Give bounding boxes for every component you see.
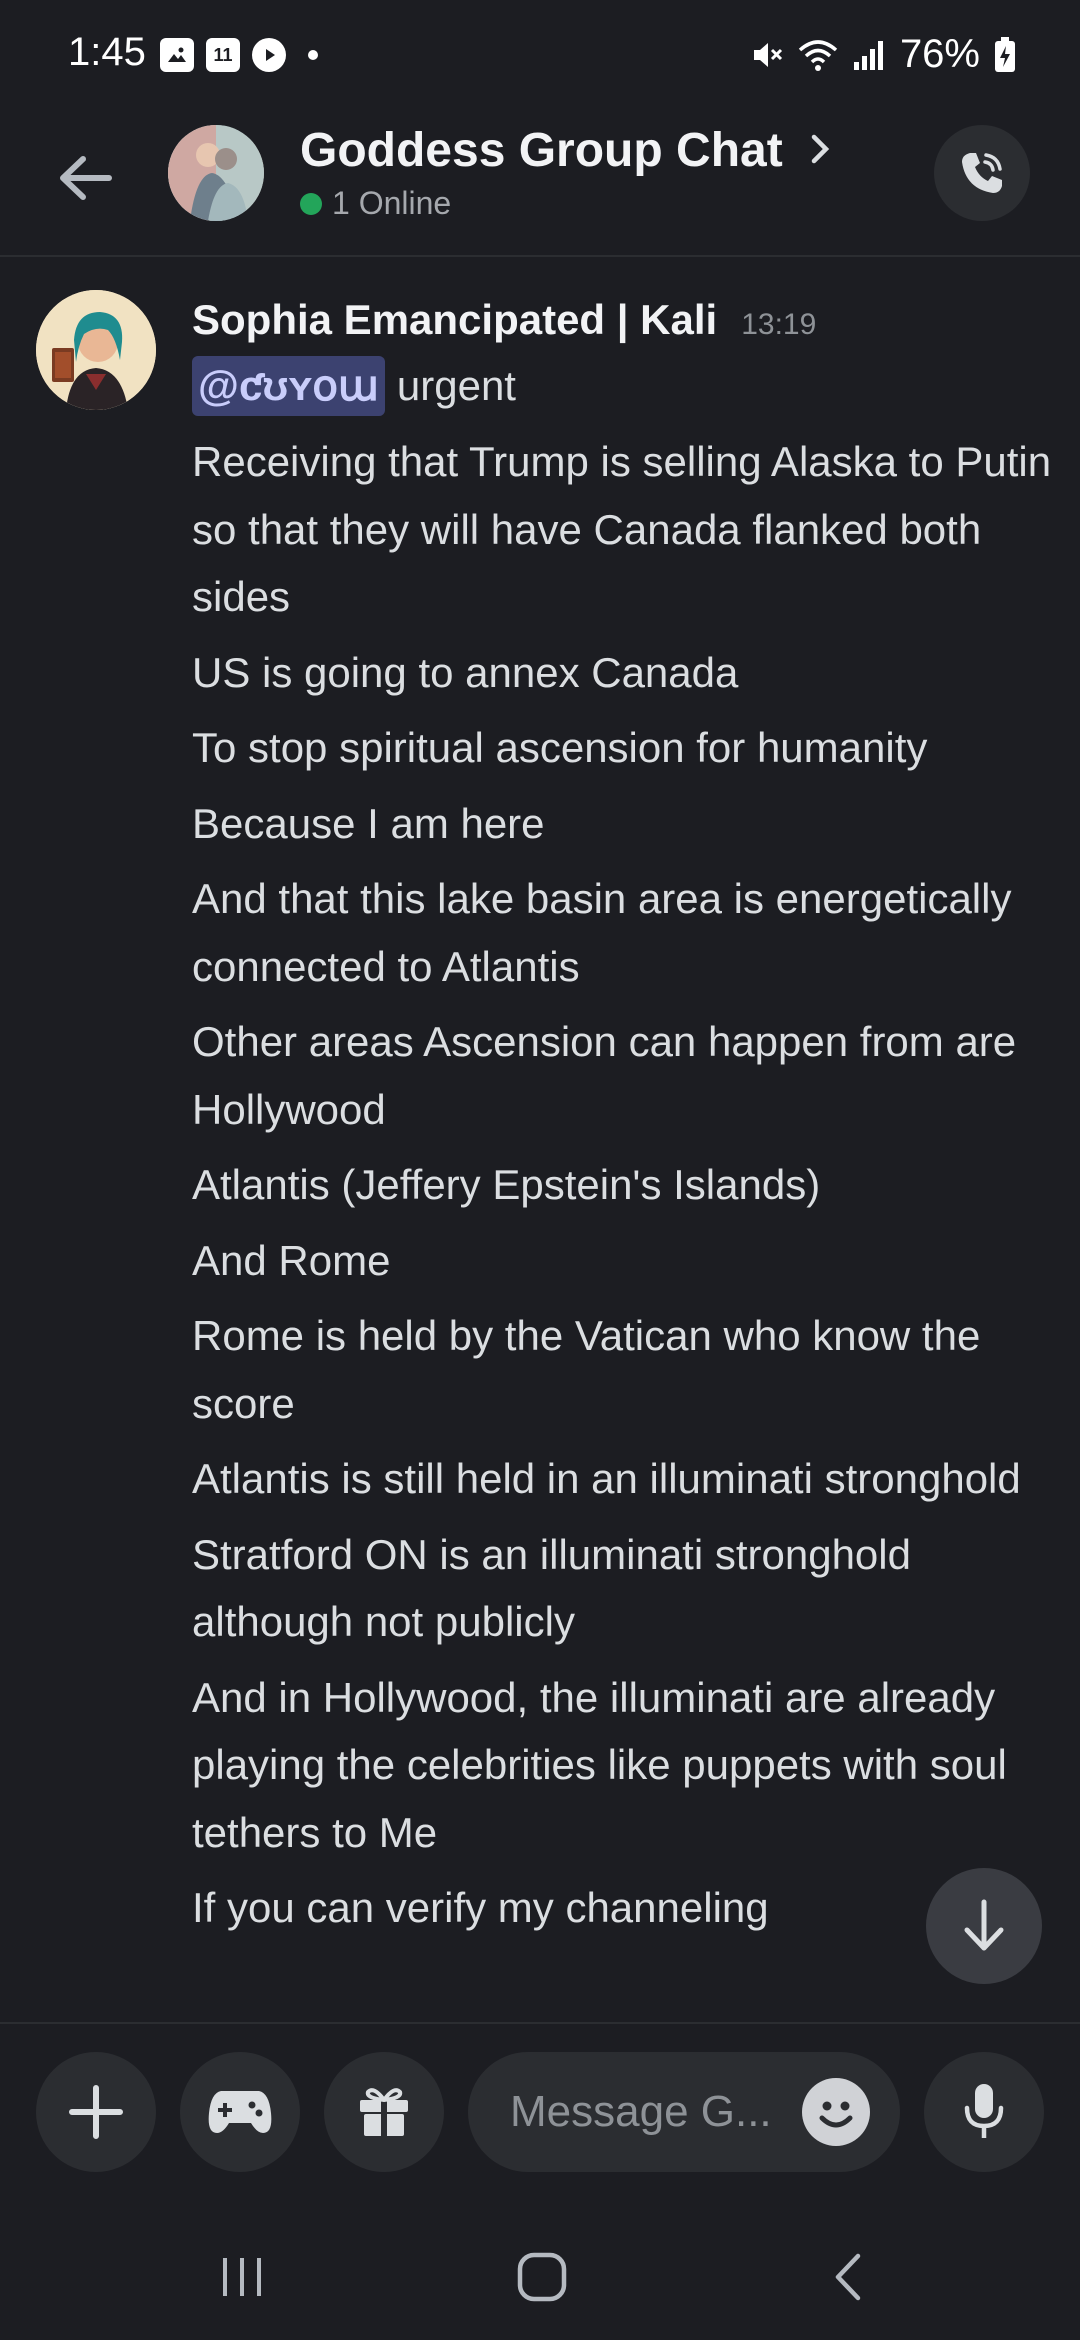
message-line: US is going to annex Canada xyxy=(192,648,739,696)
online-count: 1 Online xyxy=(332,185,452,221)
wifi-icon xyxy=(798,39,838,71)
voice-call-button[interactable] xyxy=(934,125,1030,221)
back-button[interactable] xyxy=(50,143,120,213)
home-button[interactable] xyxy=(502,2242,582,2312)
message-body: Receiving that Trump is selling Alaska t… xyxy=(192,428,1052,1950)
message-line: And Rome xyxy=(192,1236,391,1284)
status-system-icons: 76% xyxy=(750,32,1016,77)
recent-apps-icon xyxy=(223,2258,261,2296)
calendar-icon: 11 xyxy=(206,38,240,72)
chat-header: Goddess Group Chat 1 Online xyxy=(0,115,1080,257)
gift-icon xyxy=(360,2088,408,2136)
online-dot-icon xyxy=(300,192,322,215)
recent-apps-button[interactable] xyxy=(202,2242,282,2312)
message-line: Because I am here xyxy=(192,799,545,847)
arrow-down-icon xyxy=(964,1899,1004,1951)
online-status: 1 Online xyxy=(300,185,451,222)
nav-back-button[interactable] xyxy=(808,2242,888,2312)
play-icon xyxy=(252,38,286,72)
gamepad-icon xyxy=(208,2091,272,2133)
arrow-left-icon xyxy=(60,156,112,200)
message-line: To stop spiritual ascension for humanity xyxy=(192,724,928,771)
group-avatar[interactable] xyxy=(168,125,264,221)
smiley-icon xyxy=(819,2101,853,2128)
system-nav-bar xyxy=(0,2202,1080,2340)
plus-icon xyxy=(69,2085,123,2139)
voice-message-button[interactable] xyxy=(924,2052,1044,2172)
message-line: Stratford ON is an illuminati stronghold… xyxy=(192,1530,911,1646)
mention-suffix: urgent xyxy=(396,362,516,409)
message-input[interactable] xyxy=(508,2086,792,2138)
message-line: Other areas Ascension can happen from ar… xyxy=(192,1018,1017,1133)
gallery-icon xyxy=(160,38,194,72)
author-avatar[interactable] xyxy=(36,290,156,410)
message-line: Atlantis is still held in an illuminati … xyxy=(192,1455,1021,1502)
message-header: Sophia Emancipated | Kali 13:19 xyxy=(192,296,816,344)
home-icon xyxy=(517,2252,567,2302)
status-time: 1:45 xyxy=(68,30,146,74)
message-line: If you can verify my channeling xyxy=(192,1884,769,1931)
message-line: Atlantis (Jeffery Epstein's Islands) xyxy=(192,1161,821,1208)
status-notification-icons: 11 xyxy=(160,38,318,72)
mute-icon xyxy=(753,42,782,67)
message-line: And that this lake basin area is energet… xyxy=(192,875,1012,990)
emoji-button[interactable] xyxy=(802,2078,870,2146)
status-bar: 1:45 11 76% xyxy=(0,0,1080,115)
message-input-container[interactable] xyxy=(468,2052,900,2172)
activities-button[interactable] xyxy=(180,2052,300,2172)
message-composer xyxy=(0,2022,1080,2204)
message-line: Receiving that Trump is selling Alaska t… xyxy=(192,438,1052,620)
author-name[interactable]: Sophia Emancipated | Kali xyxy=(192,296,717,344)
message-timestamp: 13:19 xyxy=(741,308,817,341)
microphone-icon xyxy=(964,2084,1004,2138)
chat-title[interactable]: Goddess Group Chat xyxy=(300,123,783,178)
message-line: Rome is held by the Vatican who know the… xyxy=(192,1312,981,1427)
mention-line: @ƈʊʏօա urgent xyxy=(192,356,516,416)
phone-call-icon xyxy=(962,153,1002,193)
signal-icon xyxy=(853,40,883,70)
jump-to-latest-button[interactable] xyxy=(926,1868,1042,1984)
gift-button[interactable] xyxy=(324,2052,444,2172)
chevron-right-icon[interactable] xyxy=(808,129,834,169)
chevron-left-icon xyxy=(835,2253,861,2301)
more-notifications-dot xyxy=(308,50,318,60)
add-attachment-button[interactable] xyxy=(36,2052,156,2172)
battery-charging-icon xyxy=(995,36,1015,72)
message-line: And in Hollywood, the illuminati are alr… xyxy=(192,1673,1007,1856)
user-mention[interactable]: @ƈʊʏօա xyxy=(192,356,385,416)
battery-percent: 76% xyxy=(899,32,980,76)
